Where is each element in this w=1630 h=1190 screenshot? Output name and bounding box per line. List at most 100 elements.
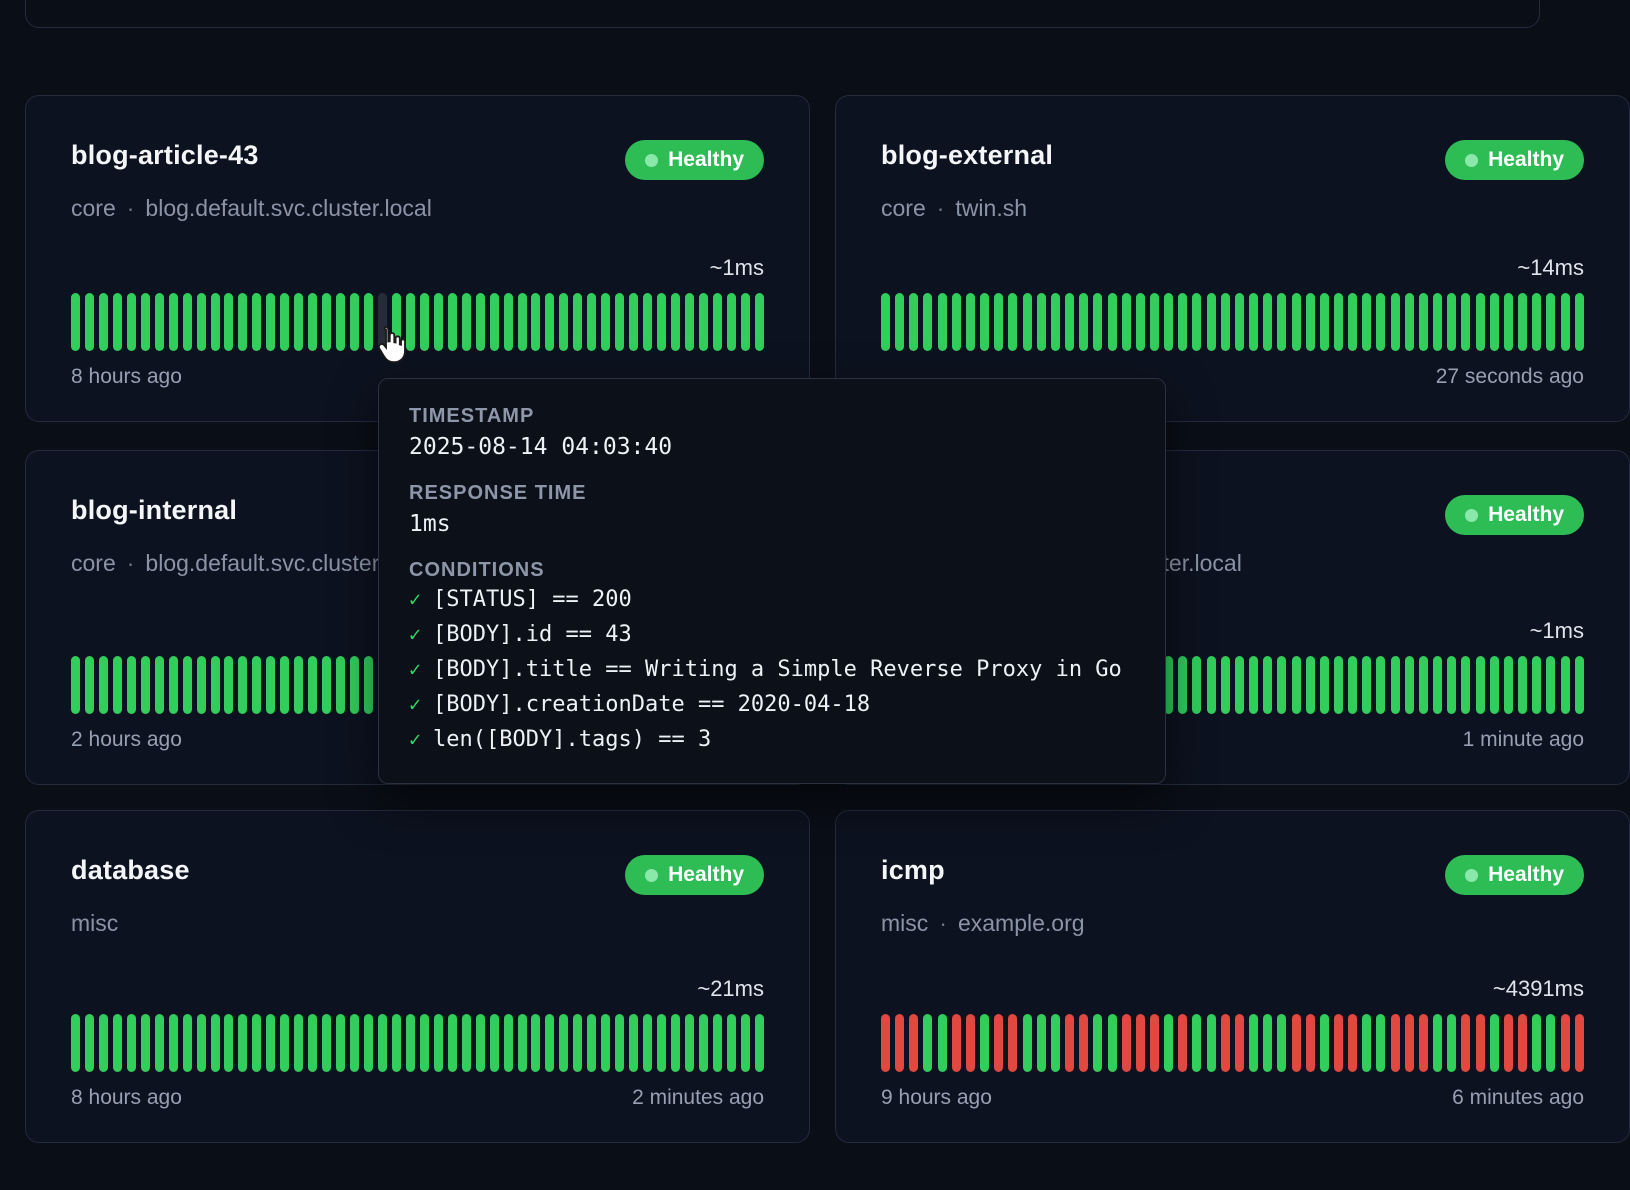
status-bar[interactable] bbox=[1108, 293, 1117, 351]
status-bar[interactable] bbox=[113, 293, 122, 351]
status-bar[interactable] bbox=[211, 293, 220, 351]
status-bar[interactable] bbox=[1221, 293, 1230, 351]
status-bar[interactable] bbox=[266, 656, 275, 714]
status-bar[interactable] bbox=[350, 656, 359, 714]
status-bar[interactable] bbox=[923, 1014, 932, 1072]
status-bar[interactable] bbox=[434, 293, 443, 351]
status-bar[interactable] bbox=[420, 293, 429, 351]
status-bar[interactable] bbox=[336, 1014, 345, 1072]
status-bar[interactable] bbox=[1306, 293, 1315, 351]
status-bar[interactable] bbox=[755, 293, 764, 351]
status-bar[interactable] bbox=[643, 293, 652, 351]
status-bar[interactable] bbox=[1320, 656, 1329, 714]
status-bar[interactable] bbox=[113, 656, 122, 714]
status-bar[interactable] bbox=[952, 293, 961, 351]
monitor-card-database[interactable]: database Healthy misc ~21ms 8 hours ago … bbox=[25, 810, 810, 1143]
status-bar[interactable] bbox=[252, 293, 261, 351]
status-bar[interactable] bbox=[1023, 1014, 1032, 1072]
status-bar[interactable] bbox=[755, 1014, 764, 1072]
status-bar[interactable] bbox=[1532, 656, 1541, 714]
status-bar[interactable] bbox=[1391, 656, 1400, 714]
status-bar[interactable] bbox=[364, 1014, 373, 1072]
status-bar[interactable] bbox=[127, 1014, 136, 1072]
status-bar[interactable] bbox=[1292, 656, 1301, 714]
status-bar[interactable] bbox=[713, 293, 722, 351]
status-bar[interactable] bbox=[727, 293, 736, 351]
status-bar[interactable] bbox=[559, 293, 568, 351]
status-bar[interactable] bbox=[155, 293, 164, 351]
status-bar[interactable] bbox=[938, 293, 947, 351]
status-bar[interactable] bbox=[169, 656, 178, 714]
status-bar[interactable] bbox=[1136, 293, 1145, 351]
status-bar[interactable] bbox=[1376, 293, 1385, 351]
status-bar[interactable] bbox=[141, 656, 150, 714]
status-bar[interactable] bbox=[99, 1014, 108, 1072]
status-bar[interactable] bbox=[141, 293, 150, 351]
status-bar[interactable] bbox=[1051, 293, 1060, 351]
monitor-card-blog-article-43[interactable]: blog-article-43 Healthy core·blog.defaul… bbox=[25, 95, 810, 422]
status-bar[interactable] bbox=[952, 1014, 961, 1072]
status-bar[interactable] bbox=[573, 293, 582, 351]
status-bar[interactable] bbox=[1561, 293, 1570, 351]
status-bar[interactable] bbox=[1405, 656, 1414, 714]
status-bar[interactable] bbox=[127, 293, 136, 351]
status-bar[interactable] bbox=[1334, 1014, 1343, 1072]
status-bar[interactable] bbox=[252, 1014, 261, 1072]
status-bar[interactable] bbox=[127, 656, 136, 714]
status-bar[interactable] bbox=[224, 293, 233, 351]
status-bar[interactable] bbox=[238, 293, 247, 351]
status-bar[interactable] bbox=[197, 1014, 206, 1072]
status-bar[interactable] bbox=[1504, 1014, 1513, 1072]
status-bar[interactable] bbox=[462, 1014, 471, 1072]
status-bar[interactable] bbox=[909, 293, 918, 351]
status-bar[interactable] bbox=[183, 1014, 192, 1072]
status-bar[interactable] bbox=[980, 1014, 989, 1072]
status-bar[interactable] bbox=[643, 1014, 652, 1072]
status-bar[interactable] bbox=[183, 656, 192, 714]
status-bar[interactable] bbox=[336, 293, 345, 351]
status-bar[interactable] bbox=[657, 293, 666, 351]
status-bar[interactable] bbox=[895, 1014, 904, 1072]
status-bar[interactable] bbox=[1419, 1014, 1428, 1072]
status-bar[interactable] bbox=[615, 293, 624, 351]
status-bar[interactable] bbox=[155, 1014, 164, 1072]
status-bar[interactable] bbox=[169, 293, 178, 351]
status-bar[interactable] bbox=[1362, 293, 1371, 351]
status-bar[interactable] bbox=[1461, 293, 1470, 351]
status-bar[interactable] bbox=[322, 656, 331, 714]
status-bar[interactable] bbox=[336, 656, 345, 714]
status-bar[interactable] bbox=[966, 1014, 975, 1072]
status-bar[interactable] bbox=[308, 1014, 317, 1072]
status-bar[interactable] bbox=[685, 1014, 694, 1072]
status-bar[interactable] bbox=[1065, 293, 1074, 351]
status-bar[interactable] bbox=[1490, 293, 1499, 351]
status-bar[interactable] bbox=[545, 293, 554, 351]
status-bar[interactable] bbox=[1008, 293, 1017, 351]
status-bar[interactable] bbox=[1263, 1014, 1272, 1072]
status-bar[interactable] bbox=[141, 1014, 150, 1072]
status-bar[interactable] bbox=[1320, 1014, 1329, 1072]
status-bar[interactable] bbox=[1221, 1014, 1230, 1072]
status-bar[interactable] bbox=[85, 656, 94, 714]
status-bar[interactable] bbox=[1546, 1014, 1555, 1072]
status-bar[interactable] bbox=[238, 1014, 247, 1072]
status-bar[interactable] bbox=[1221, 656, 1230, 714]
status-bar[interactable] bbox=[1235, 656, 1244, 714]
status-bar[interactable] bbox=[699, 1014, 708, 1072]
status-bar[interactable] bbox=[266, 293, 275, 351]
status-bar[interactable] bbox=[183, 293, 192, 351]
status-bar[interactable] bbox=[1249, 293, 1258, 351]
status-bar[interactable] bbox=[587, 1014, 596, 1072]
status-bar[interactable] bbox=[322, 1014, 331, 1072]
status-bar[interactable] bbox=[629, 1014, 638, 1072]
status-bar[interactable] bbox=[350, 293, 359, 351]
status-bar[interactable] bbox=[504, 1014, 513, 1072]
status-bar[interactable] bbox=[1108, 1014, 1117, 1072]
status-bar[interactable] bbox=[1447, 656, 1456, 714]
status-bar[interactable] bbox=[1575, 1014, 1584, 1072]
status-bar[interactable] bbox=[1362, 656, 1371, 714]
status-bar[interactable] bbox=[1362, 1014, 1371, 1072]
status-bar[interactable] bbox=[741, 293, 750, 351]
status-bar[interactable] bbox=[504, 293, 513, 351]
status-bar[interactable] bbox=[350, 1014, 359, 1072]
